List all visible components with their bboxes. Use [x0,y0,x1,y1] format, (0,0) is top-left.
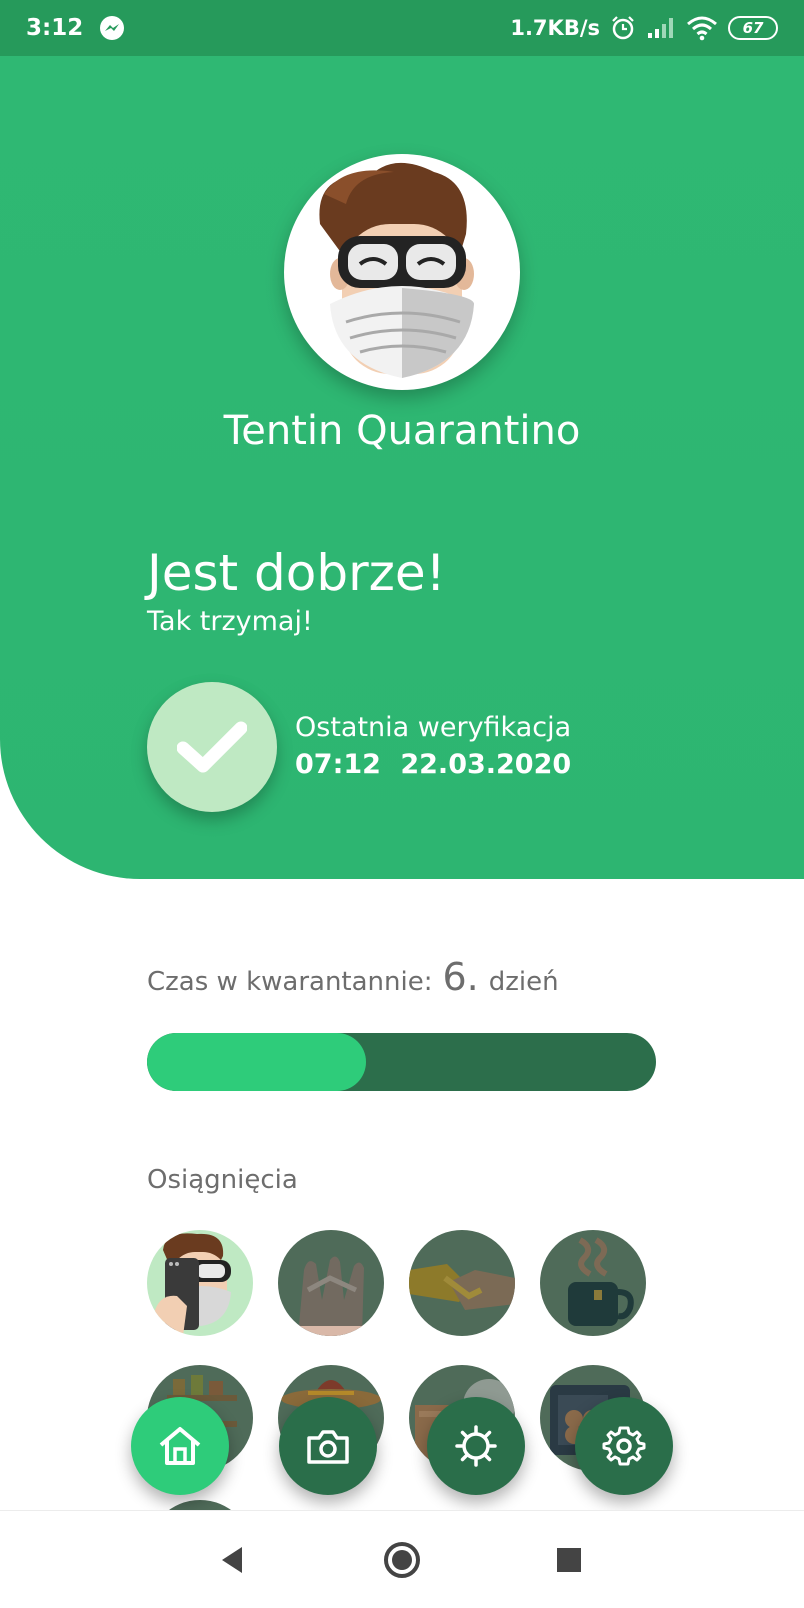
checkmark-icon [177,721,247,773]
home-icon [159,1427,201,1465]
selfie-icon [155,1233,231,1336]
nav-settings-button[interactable] [575,1397,673,1495]
system-navigation-bar [0,1510,804,1608]
status-bar: 3:12 1.7KB/s 67 [0,0,804,56]
quarantine-label: Czas w kwarantannie: [147,967,433,997]
user-name: Tentin Quarantino [223,408,581,454]
last-verification-datetime: 07:12 22.03.2020 [295,749,571,780]
signal-icon [648,18,673,38]
battery-icon: 67 [728,16,778,40]
battery-level: 67 [742,19,764,37]
net-speed: 1.7KB/s [510,16,600,40]
handwash-icon [278,1256,384,1336]
back-button[interactable] [207,1535,257,1585]
nav-camera-button[interactable] [279,1397,377,1495]
alarm-icon [612,16,634,40]
system-home-button[interactable] [377,1535,427,1585]
tea-cup-icon [568,1237,634,1326]
recents-icon [557,1548,581,1572]
back-icon [222,1547,242,1573]
status-title: Jest dobrze! [147,544,446,602]
home-circle-icon [384,1542,420,1578]
wifi-icon [687,16,717,41]
achievements-title: Osiągnięcia [147,1165,298,1195]
status-header: Tentin Quarantino Jest dobrze! Tak trzym… [0,56,804,879]
virus-icon [455,1425,497,1467]
status-time: 3:12 [26,15,84,41]
handwash-achievement[interactable] [278,1230,384,1336]
last-verification-label: Ostatnia weryfikacja [295,712,572,743]
selfie-achievement[interactable] [147,1230,253,1336]
quarantine-duration: Czas w kwarantannie: 6. dzień [147,955,559,999]
settings-gear-icon [602,1426,646,1466]
quarantine-progress-bar [147,1033,656,1091]
quarantine-day: 6. [442,955,479,999]
last-verification-time: 07:12 [295,749,381,780]
camera-icon [307,1430,349,1464]
nav-virus-button[interactable] [427,1397,525,1495]
verification-status-badge[interactable] [147,682,277,812]
last-verification-date: 22.03.2020 [400,749,572,780]
masked-man-avatar-icon [319,162,474,378]
nav-home-button[interactable] [131,1397,229,1495]
avatar[interactable] [284,154,520,390]
quarantine-unit: dzień [488,967,559,997]
messenger-icon [100,16,125,40]
status-subtitle: Tak trzymaj! [147,606,313,637]
recents-button[interactable] [544,1535,594,1585]
tea-achievement[interactable] [540,1230,646,1336]
handshake-achievement[interactable] [409,1230,515,1336]
handshake-icon [409,1264,515,1310]
status-right: 1.7KB/s 67 [510,15,778,41]
quarantine-progress-fill [147,1033,366,1091]
